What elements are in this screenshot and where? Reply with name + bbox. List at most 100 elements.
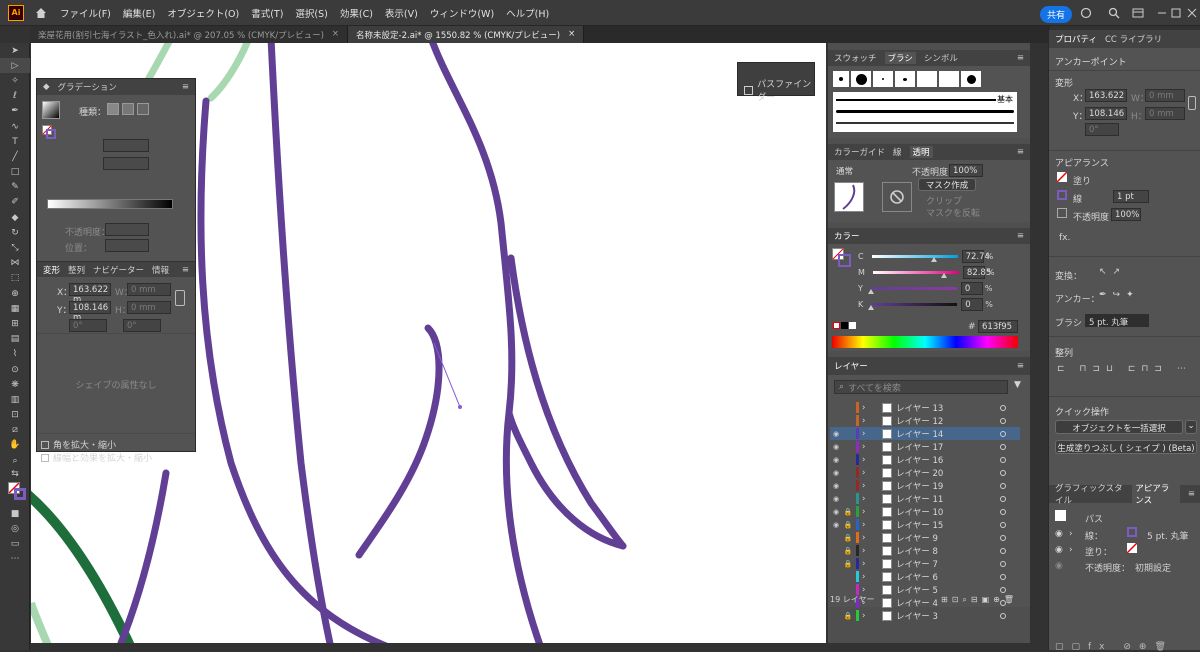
opacity-field[interactable]: 100% xyxy=(1111,208,1141,221)
black-swatch[interactable] xyxy=(841,322,848,329)
brush-dot-angled[interactable] xyxy=(895,71,915,87)
menu-file[interactable]: ファイル(F) xyxy=(60,6,111,20)
appearance-fill-swatch[interactable] xyxy=(1126,542,1138,554)
lock-icon[interactable]: 🔒 xyxy=(842,560,854,568)
radial-gradient-icon[interactable] xyxy=(122,103,134,115)
layer-name[interactable]: レイヤー 15 xyxy=(896,519,943,531)
aspect-field[interactable] xyxy=(103,157,149,170)
tab-close-icon[interactable]: × xyxy=(568,29,575,40)
gradient-preview-swatch[interactable] xyxy=(42,101,60,119)
color-spectrum[interactable] xyxy=(832,336,1018,348)
lock-icon[interactable]: 🔒 xyxy=(842,521,854,529)
stroke-expand-icon[interactable]: › xyxy=(1069,529,1073,539)
cyan-slider[interactable] xyxy=(871,254,958,262)
expand-chevron-icon[interactable]: › xyxy=(862,507,870,517)
mesh-tool-icon[interactable]: ⊞ xyxy=(0,316,30,331)
select-same-objects-button[interactable]: オブジェクトを一括選択 xyxy=(1055,420,1183,434)
linear-gradient-icon[interactable] xyxy=(107,103,119,115)
maximize-icon[interactable] xyxy=(1170,7,1182,19)
layer-row[interactable]: 🔒 › レイヤー 7 xyxy=(830,557,1020,570)
select-dropdown-button[interactable]: ⌄ xyxy=(1185,420,1197,434)
zoom-tool-icon[interactable]: ⌕ xyxy=(0,453,30,468)
visibility-eye-icon[interactable]: ◉ xyxy=(830,456,842,464)
none-swatch[interactable] xyxy=(833,322,840,329)
black-knob[interactable] xyxy=(868,304,875,310)
brush-dot-blank[interactable] xyxy=(917,71,937,87)
stroke-weight-field[interactable]: 1 pt xyxy=(1113,190,1149,203)
layer-row[interactable]: › レイヤー 6 xyxy=(830,570,1020,583)
fill-none-swatch[interactable] xyxy=(1056,171,1068,183)
bezier-handle-point[interactable] xyxy=(458,405,462,409)
lock-icon[interactable]: 🔒 xyxy=(842,547,854,555)
expand-chevron-icon[interactable]: › xyxy=(862,572,870,582)
magic-wand-tool-icon[interactable]: ✧ xyxy=(0,73,30,88)
stroke-visibility-eye-icon[interactable]: ◉ xyxy=(1055,529,1063,539)
tab-layers[interactable]: レイヤー xyxy=(834,360,868,372)
calligraphic-brush-stroke[interactable] xyxy=(836,110,1014,113)
appearance-opacity-value[interactable]: 初期設定 xyxy=(1135,561,1171,574)
gradient-tool-icon[interactable]: ▤ xyxy=(0,332,30,347)
tab-transparency[interactable]: 透明 xyxy=(909,146,933,158)
layer-name[interactable]: レイヤー 3 xyxy=(896,610,938,622)
pathfinder-button[interactable]: パスファインダー xyxy=(738,63,814,103)
tab-symbols[interactable]: シンボル xyxy=(924,52,958,64)
layer-row[interactable]: 🔒 › レイヤー 8 xyxy=(830,544,1020,557)
search-icon[interactable] xyxy=(1108,7,1120,19)
layer-name[interactable]: レイヤー 10 xyxy=(896,506,943,518)
menu-help[interactable]: ヘルプ(H) xyxy=(506,6,549,20)
visibility-eye-icon[interactable]: ◉ xyxy=(830,482,842,490)
visibility-eye-icon[interactable]: ◉ xyxy=(830,521,842,529)
expand-chevron-icon[interactable]: › xyxy=(862,403,870,413)
fill-visibility-eye-icon[interactable]: ◉ xyxy=(1055,545,1063,555)
shape-builder-tool-icon[interactable]: ⊕ xyxy=(0,286,30,301)
perspective-grid-tool-icon[interactable]: ▦ xyxy=(0,301,30,316)
menu-type[interactable]: 書式(T) xyxy=(251,6,283,20)
visibility-eye-icon[interactable]: ◉ xyxy=(830,495,842,503)
visibility-eye-icon[interactable]: ◉ xyxy=(830,430,842,438)
magenta-slider[interactable] xyxy=(872,270,959,278)
expand-chevron-icon[interactable]: › xyxy=(862,611,870,621)
layer-name[interactable]: レイヤー 9 xyxy=(896,532,938,544)
expand-chevron-icon[interactable]: › xyxy=(862,494,870,504)
layer-row[interactable]: ◉ › レイヤー 16 xyxy=(830,453,1020,466)
tab-info[interactable]: 情報 xyxy=(152,264,169,276)
layer-name[interactable]: レイヤー 11 xyxy=(896,493,943,505)
layer-name[interactable]: レイヤー 7 xyxy=(896,558,938,570)
fill-stroke-widget[interactable] xyxy=(0,480,29,506)
rotate-field[interactable]: 0° xyxy=(69,319,107,332)
panel-menu-icon[interactable]: ≡ xyxy=(182,265,189,275)
menu-select[interactable]: 選択(S) xyxy=(295,6,327,20)
expand-chevron-icon[interactable]: › xyxy=(862,585,870,595)
share-button[interactable]: 共有 xyxy=(1039,6,1072,23)
rectangle-tool-icon[interactable]: □ xyxy=(0,165,30,180)
menu-view[interactable]: 表示(V) xyxy=(385,6,418,20)
target-icon[interactable] xyxy=(1000,560,1006,567)
tab-document-2[interactable]: 名称未設定-2.ai* @ 1550.82 % (CMYK/プレビュー) × xyxy=(348,26,585,43)
target-icon[interactable] xyxy=(1000,495,1006,502)
layer-name[interactable]: レイヤー 16 xyxy=(896,454,943,466)
make-mask-button[interactable]: マスク作成 xyxy=(918,178,976,191)
tab-graphic-styles[interactable]: グラフィックスタイル xyxy=(1055,482,1124,506)
width-tool-icon[interactable]: ⋈ xyxy=(0,256,30,271)
y-field[interactable]: 108.146 xyxy=(1085,107,1127,120)
stroke-swatch[interactable] xyxy=(1057,190,1067,200)
tab-navigator[interactable]: ナビゲーター xyxy=(93,264,144,276)
layer-name[interactable]: レイヤー 19 xyxy=(896,480,943,492)
target-icon[interactable] xyxy=(1000,612,1006,619)
stroke-swatch[interactable] xyxy=(14,488,26,501)
expand-chevron-icon[interactable]: › xyxy=(862,455,870,465)
screen-mode-icon[interactable]: ▭ xyxy=(0,537,30,552)
blend-tool-icon[interactable]: ⊙ xyxy=(0,362,30,377)
target-icon[interactable] xyxy=(1000,430,1006,437)
menu-window[interactable]: ウィンドウ(W) xyxy=(430,6,494,20)
tab-document-1[interactable]: 楽屋花用(割引七海イラスト_色入れ).ai* @ 207.05 % (CMYK/… xyxy=(30,26,349,43)
visibility-eye-icon[interactable]: ◉ xyxy=(830,508,842,516)
target-icon[interactable] xyxy=(1000,482,1006,489)
yellow-slider[interactable] xyxy=(867,286,957,294)
convert-anchor-icons[interactable]: ↖↗ xyxy=(1099,267,1126,277)
expand-chevron-icon[interactable]: › xyxy=(862,520,870,530)
scale-strokes-option[interactable]: 線幅と効果を拡大・縮小 xyxy=(41,451,152,464)
hex-field[interactable]: 613f95 xyxy=(978,320,1018,333)
h-field[interactable]: 0 mm xyxy=(1145,107,1185,120)
menu-object[interactable]: オブジェクト(O) xyxy=(167,6,239,20)
